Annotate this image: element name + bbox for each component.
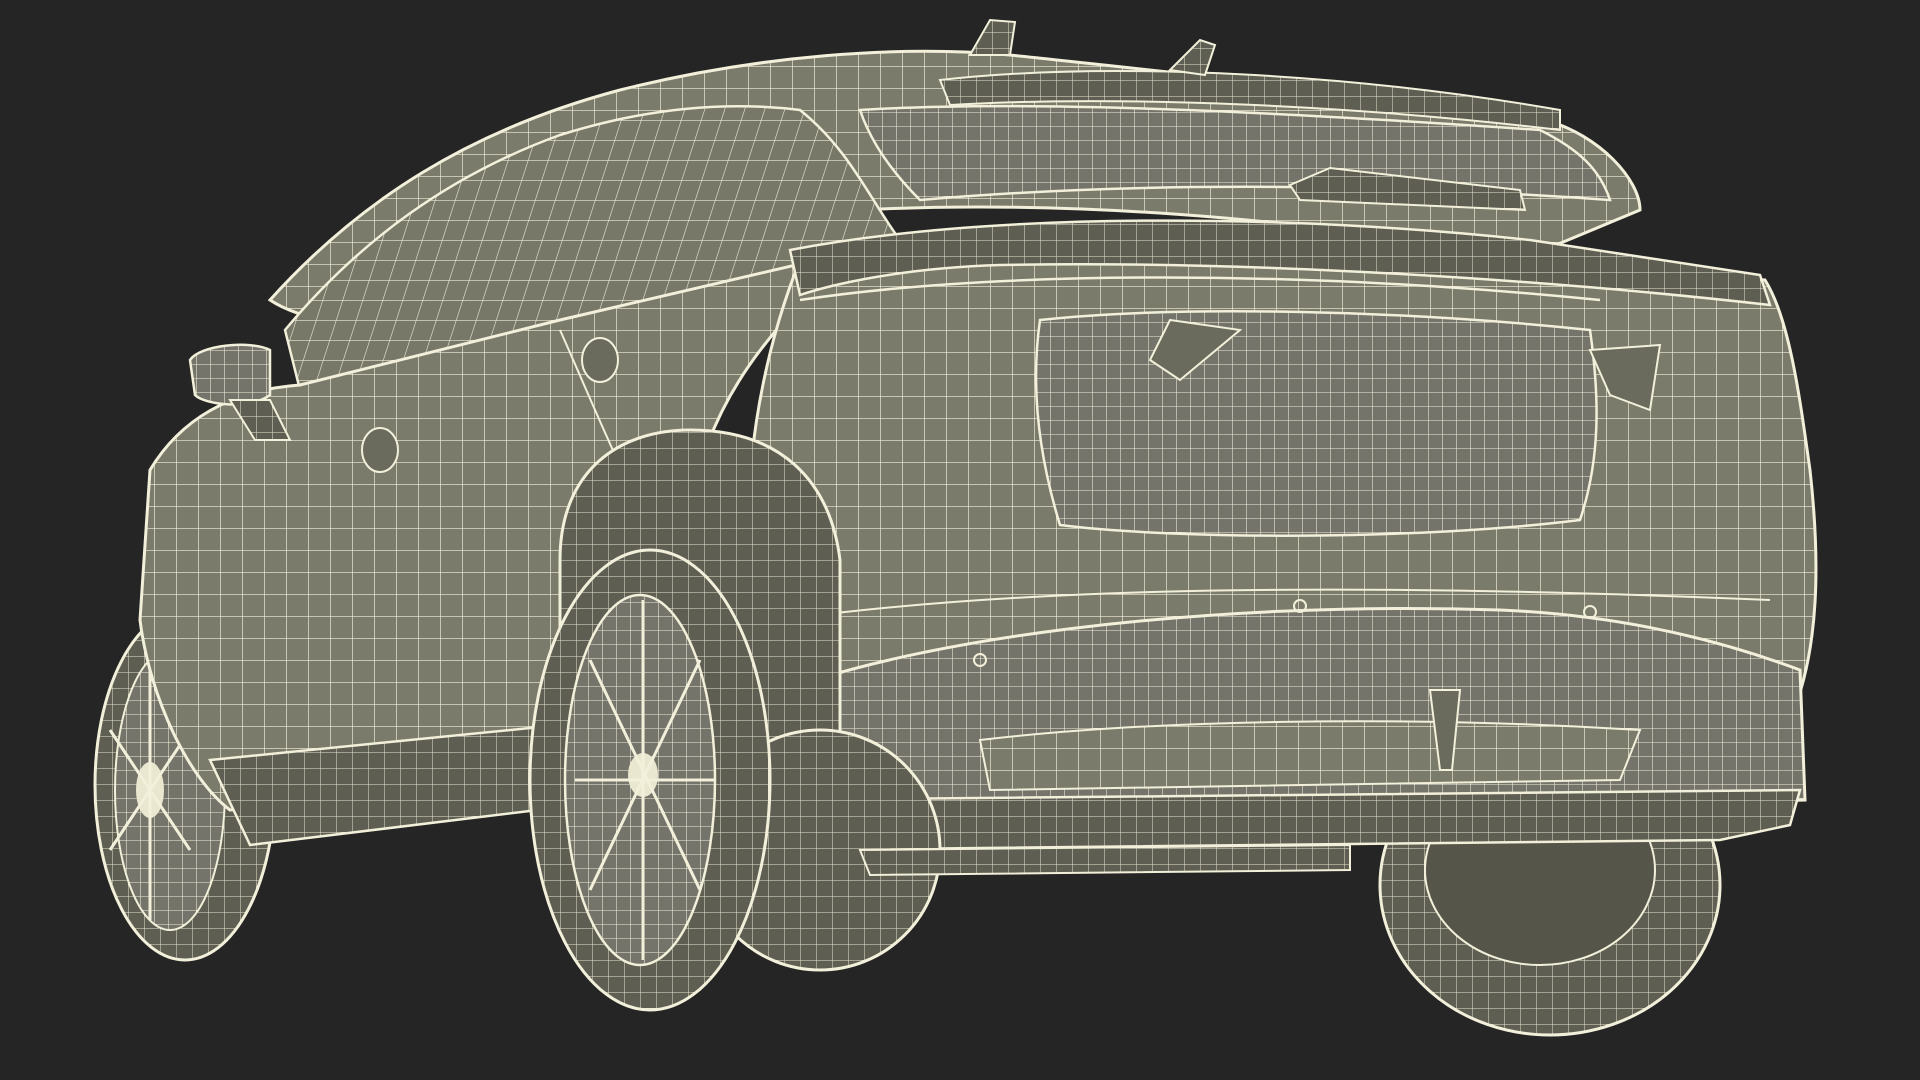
render-viewport[interactable] — [0, 0, 1920, 1080]
car-wireframe-model — [93, 18, 1818, 1037]
underbody — [858, 843, 1351, 877]
door-handle — [361, 427, 399, 473]
door-handle — [581, 337, 619, 383]
